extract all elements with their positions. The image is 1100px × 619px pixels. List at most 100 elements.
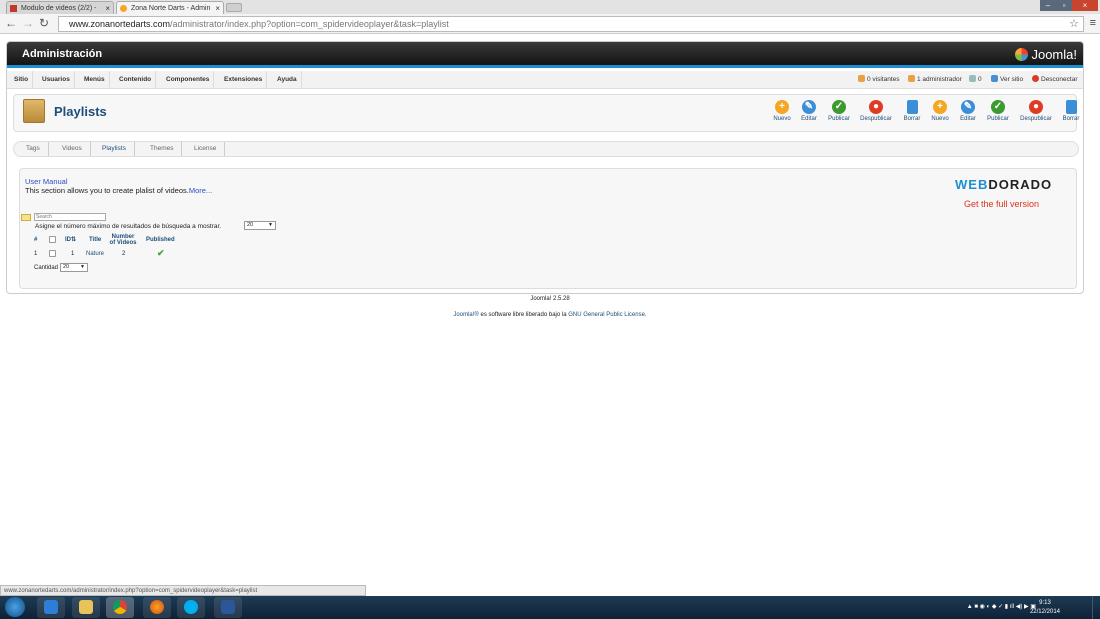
edit-button[interactable]: ✎ Editar bbox=[792, 100, 826, 122]
tab-label: Modulo de videos (2/2) - bbox=[21, 5, 97, 12]
col-header-number: # bbox=[34, 237, 38, 243]
firefox-icon bbox=[150, 600, 164, 614]
select-all-checkbox[interactable] bbox=[49, 236, 56, 243]
joomla-brand: Joomla! bbox=[1031, 47, 1077, 62]
menu-item-menus[interactable]: Menús bbox=[80, 71, 110, 89]
component-subnav: Tags Videos Playlists Themes License bbox=[13, 141, 1079, 157]
admins-status: 1 administrador bbox=[908, 71, 962, 89]
joomla-logo: Joomla! bbox=[1015, 47, 1077, 62]
unpublish-icon: ● bbox=[869, 100, 883, 114]
col-header-videos-line2: of Videos bbox=[109, 240, 137, 246]
tab-playlists[interactable]: Playlists bbox=[94, 142, 135, 156]
logout-icon bbox=[1032, 75, 1039, 82]
back-arrow-icon[interactable]: ← bbox=[5, 16, 17, 30]
publish-button-2[interactable]: ✓ Publicar bbox=[981, 100, 1015, 122]
new-tab-button[interactable] bbox=[226, 3, 242, 12]
close-window-icon[interactable]: × bbox=[1072, 0, 1098, 11]
menu-item-componentes[interactable]: Componentes bbox=[162, 71, 215, 89]
reload-icon[interactable]: ↻ bbox=[39, 16, 49, 30]
show-desktop-button[interactable] bbox=[1092, 596, 1100, 619]
browser-tab-zona-norte[interactable]: Zona Norte Darts - Admin × bbox=[116, 1, 224, 14]
windows-taskbar: ▲ ■ ◉ ◐ ◆ ✓ ▮ ıll ◀) ▶ ▣ 9:13 22/12/2014 bbox=[0, 596, 1100, 619]
published-check-icon[interactable]: ✔ bbox=[157, 248, 165, 259]
address-bar[interactable]: www.zonanortedarts.com/administrator/ind… bbox=[58, 16, 1084, 32]
license-text: es software libre liberado bajo la bbox=[478, 312, 569, 318]
messages-status[interactable]: 0 bbox=[969, 71, 982, 89]
browser-menu-icon[interactable]: ≡ bbox=[1090, 17, 1096, 29]
get-full-version-link[interactable]: Get the full version bbox=[964, 199, 1039, 209]
view-site-link[interactable]: Ver sitio bbox=[991, 71, 1023, 89]
joomla-link[interactable]: Joomla!® bbox=[453, 312, 478, 318]
limit-select[interactable]: 20 ▼ bbox=[244, 221, 276, 230]
unpublish-button-label: Despublicar bbox=[1020, 116, 1052, 122]
playlist-content: User Manual This section allows you to c… bbox=[19, 168, 1077, 289]
maximize-window-icon[interactable]: ▫ bbox=[1056, 0, 1072, 11]
user-manual-link[interactable]: User Manual bbox=[25, 177, 68, 186]
col-header-videos[interactable]: Number of Videos bbox=[108, 234, 138, 246]
clock-date: 22/12/2014 bbox=[1029, 609, 1060, 615]
unpublish-button-label: Despublicar bbox=[860, 116, 892, 122]
logout-link[interactable]: Desconectar bbox=[1032, 71, 1078, 89]
taskbar-app-explorer[interactable] bbox=[72, 597, 100, 618]
menu-item-extensiones[interactable]: Extensiones bbox=[220, 71, 268, 89]
col-header-published[interactable]: Published bbox=[146, 237, 175, 243]
unpublish-button[interactable]: ● Despublicar bbox=[859, 100, 893, 122]
taskbar-app-skype[interactable] bbox=[177, 597, 205, 618]
delete-button-label: Borrar bbox=[903, 116, 921, 122]
gpl-link[interactable]: GNU General Public License. bbox=[568, 312, 646, 318]
tab-license[interactable]: License bbox=[186, 142, 226, 156]
site-favicon-icon bbox=[10, 5, 17, 12]
search-input[interactable]: Search bbox=[34, 213, 106, 221]
edit-button-2[interactable]: ✎ Editar bbox=[951, 100, 985, 122]
page-title: Playlists bbox=[54, 104, 107, 119]
url-path: /administrator/index.php?option=com_spid… bbox=[170, 19, 449, 29]
joomla-favicon-icon bbox=[120, 5, 127, 12]
pencil-icon: ✎ bbox=[802, 100, 816, 114]
page-viewport: Administración Joomla! Sitio Usuarios Me… bbox=[0, 35, 1100, 585]
search-go-icon[interactable] bbox=[21, 214, 31, 221]
menu-item-usuarios[interactable]: Usuarios bbox=[38, 71, 75, 89]
unpublish-button-2[interactable]: ● Despublicar bbox=[1019, 100, 1053, 122]
delete-button-2[interactable]: Borrar bbox=[1054, 100, 1088, 122]
close-tab-icon[interactable]: × bbox=[215, 2, 220, 14]
menu-item-contenido[interactable]: Contenido bbox=[115, 71, 157, 89]
admin-header: Administración Joomla! bbox=[7, 42, 1083, 68]
forward-arrow-icon[interactable]: → bbox=[22, 16, 34, 30]
row-id: 1 bbox=[71, 251, 75, 257]
taskbar-app-word[interactable] bbox=[214, 597, 242, 618]
col-header-title[interactable]: Title bbox=[89, 237, 101, 243]
license-footer: Joomla!® es software libre liberado bajo… bbox=[0, 312, 1100, 318]
system-clock[interactable]: 9:13 22/12/2014 bbox=[1030, 599, 1060, 617]
browser-tab-videos-module[interactable]: Modulo de videos (2/2) - × bbox=[6, 1, 114, 14]
tab-videos[interactable]: Videos bbox=[54, 142, 91, 156]
tab-tags[interactable]: Tags bbox=[18, 142, 49, 156]
screen-icon bbox=[991, 75, 998, 82]
delete-button-label: Borrar bbox=[1062, 116, 1080, 122]
more-link[interactable]: More... bbox=[189, 186, 212, 195]
taskbar-app-firefox[interactable] bbox=[143, 597, 171, 618]
trash-icon bbox=[1065, 100, 1077, 114]
tab-themes[interactable]: Themes bbox=[142, 142, 183, 156]
web-dorado-logo[interactable]: WEBDORADO bbox=[955, 177, 1052, 192]
taskbar-app-chrome[interactable] bbox=[106, 597, 134, 618]
bookmark-star-icon[interactable]: ☆ bbox=[1069, 17, 1079, 31]
row-number: 1 bbox=[34, 251, 38, 257]
mail-icon bbox=[969, 75, 976, 82]
col-header-id[interactable]: ID⇅ bbox=[65, 237, 76, 243]
row-title-link[interactable]: Nature bbox=[86, 251, 104, 257]
dropbox-icon bbox=[44, 600, 58, 614]
admin-menu-bar: Sitio Usuarios Menús Contenido Component… bbox=[7, 71, 1083, 89]
row-video-count: 2 bbox=[122, 251, 126, 257]
close-tab-icon[interactable]: × bbox=[105, 2, 110, 14]
publish-button[interactable]: ✓ Publicar bbox=[822, 100, 856, 122]
quantity-select[interactable]: 20 ▼ bbox=[60, 263, 88, 272]
row-checkbox[interactable] bbox=[49, 250, 56, 257]
menu-item-ayuda[interactable]: Ayuda bbox=[273, 71, 302, 89]
start-button[interactable] bbox=[5, 597, 25, 617]
check-icon: ✓ bbox=[832, 100, 846, 114]
system-tray-icons[interactable]: ▲ ■ ◉ ◐ ◆ ✓ ▮ ıll ◀) ▶ ▣ bbox=[967, 603, 1036, 610]
taskbar-app-dropbox[interactable] bbox=[37, 597, 65, 618]
menu-item-sitio[interactable]: Sitio bbox=[10, 71, 34, 89]
minimize-window-icon[interactable]: – bbox=[1040, 0, 1056, 11]
limit-label: Asigne el número máximo de resultados de… bbox=[35, 223, 222, 230]
